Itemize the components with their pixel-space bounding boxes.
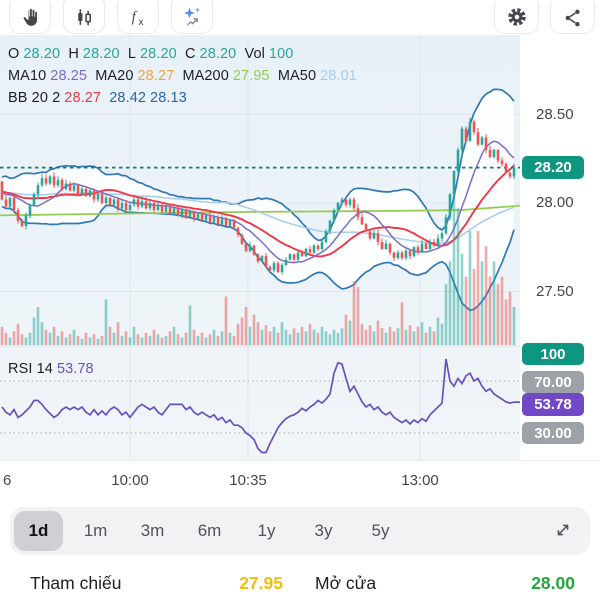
timeframe-3y[interactable]: 3y [299, 511, 348, 551]
svg-text:f: f [132, 10, 138, 26]
timeframe-1d[interactable]: 1d [14, 511, 63, 551]
time-label: 10:00 [111, 472, 149, 489]
open-price-label: Mở cửa [315, 573, 377, 593]
chart-style-button[interactable] [63, 0, 105, 34]
hand-icon [19, 7, 41, 29]
quote-summary: Tham chiếu 27.95 Mở cửa 28.00 [0, 567, 600, 600]
gear-icon [505, 5, 529, 29]
ohlc-legend: O 28.20 H 28.20 L 28.20 C 28.20 Vol 100 [8, 46, 294, 62]
svg-text:x: x [138, 17, 143, 28]
price-label-2800: 28.00 [536, 194, 574, 211]
price-label-2750: 27.50 [536, 283, 574, 300]
time-axis: 6 10:00 10:35 13:00 [0, 460, 600, 506]
time-label: 6 [3, 472, 12, 489]
time-label: 10:35 [229, 472, 267, 489]
indicators-button[interactable]: fx [117, 0, 159, 34]
timeframe-3m[interactable]: 3m [128, 511, 177, 551]
reference-price-label: Tham chiếu [30, 573, 122, 593]
rsi-upper-badge: 70.00 [522, 371, 584, 393]
price-chart[interactable]: O 28.20 H 28.20 L 28.20 C 28.20 Vol 100 MA10 2… [0, 35, 600, 460]
ai-sparkles-icon [180, 5, 204, 29]
bb-legend: BB 20 2 28.27 28.42 28.13 [8, 90, 187, 106]
timeframe-1m[interactable]: 1m [71, 511, 120, 551]
settings-button[interactable] [494, 0, 539, 34]
timeframe-6m[interactable]: 6m [185, 511, 234, 551]
share-button[interactable] [550, 0, 595, 34]
pan-tool-button[interactable] [9, 0, 51, 34]
fullscreen-button[interactable] [548, 516, 578, 546]
rsi-lower-badge: 30.00 [522, 422, 584, 444]
rsi-legend: RSI 14 53.78 [8, 361, 94, 377]
candlestick-icon [73, 7, 95, 29]
reference-price-value: 27.95 [239, 573, 283, 593]
expand-icon [552, 524, 574, 544]
rsi-value-badge: 53.78 [522, 393, 584, 416]
last-price-badge: 28.20 [522, 156, 584, 179]
ma-legend: MA10 28.25 MA20 28.27 MA200 27.95 MA50 28.01 [8, 68, 357, 84]
timeframe-bar: 1d 1m 3m 6m 1y 3y 5y [10, 507, 590, 555]
open-price-value: 28.00 [531, 573, 575, 593]
ai-assistant-button[interactable] [171, 0, 213, 34]
share-icon [562, 7, 584, 29]
time-label: 13:00 [401, 472, 439, 489]
price-label-2850: 28.50 [536, 106, 574, 123]
timeframe-1y[interactable]: 1y [242, 511, 291, 551]
fx-icon: fx [126, 7, 150, 29]
timeframe-5y[interactable]: 5y [356, 511, 405, 551]
volume-badge: 100 [522, 343, 584, 365]
